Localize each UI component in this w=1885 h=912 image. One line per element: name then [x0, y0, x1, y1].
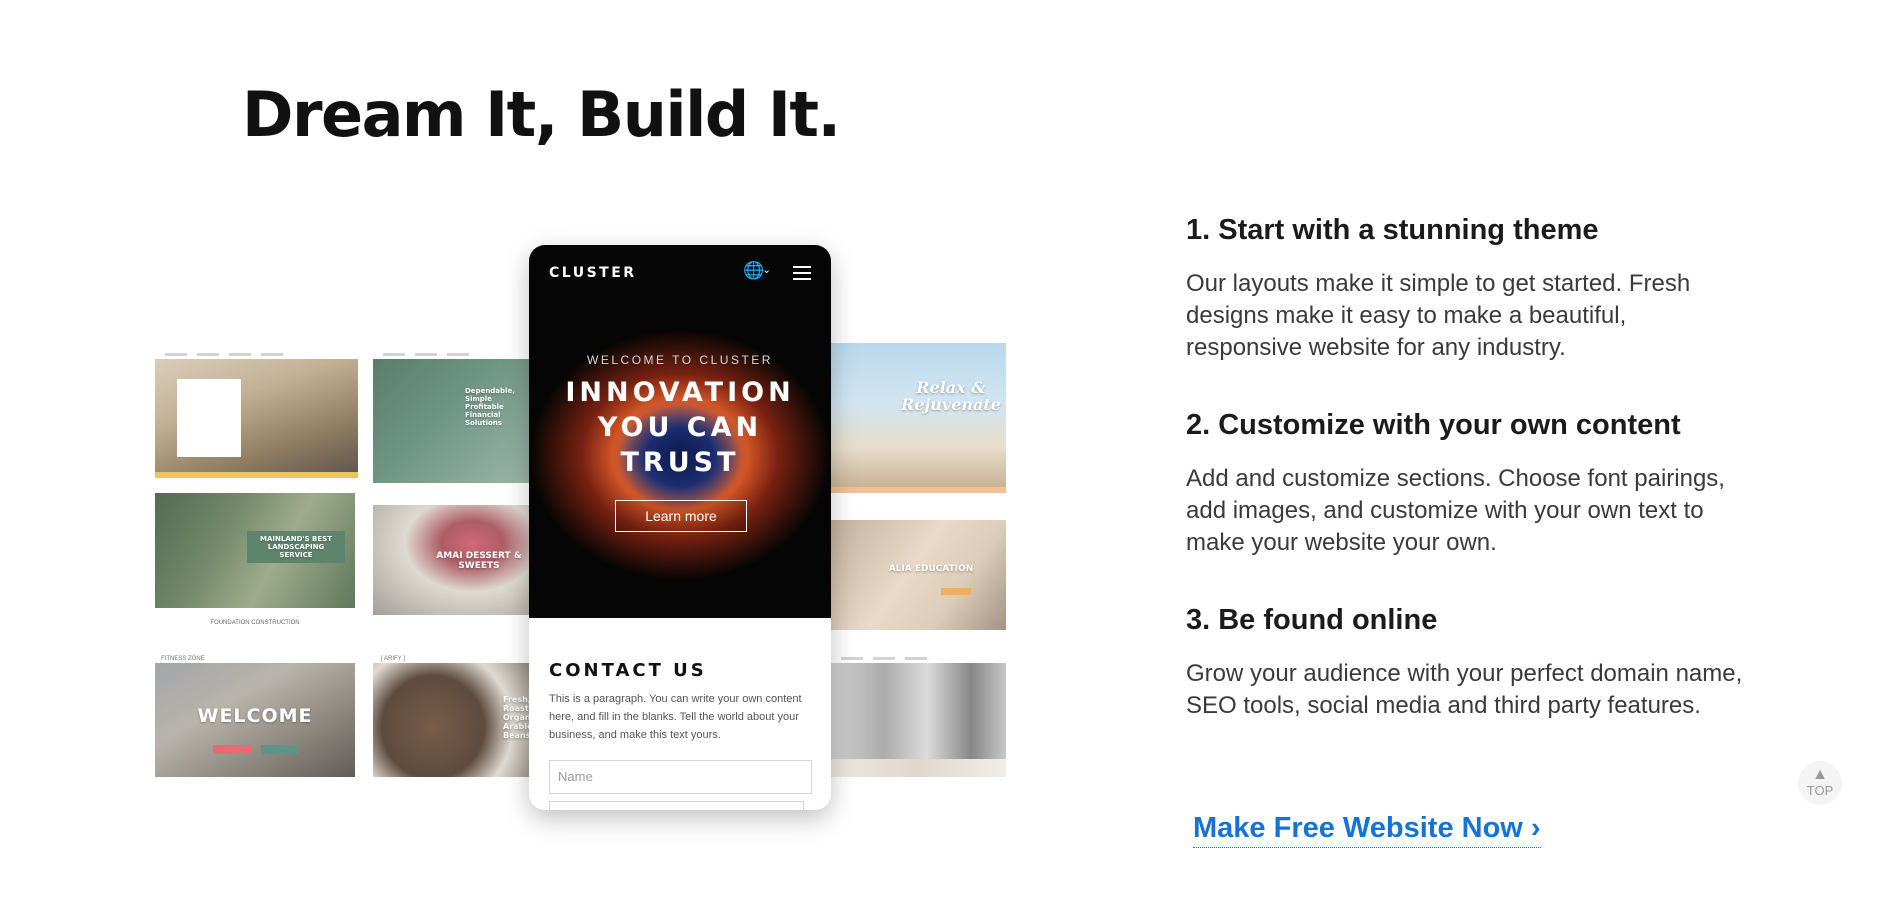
page-headline: Dream It, Build It. [242, 78, 841, 151]
cta-label: Make Free Website Now [1193, 812, 1523, 844]
template-thumbnail-construction-strip: FOUNDATION CONSTRUCTION [155, 618, 355, 632]
learn-more-button[interactable]: Learn more [615, 500, 747, 532]
template-thumbnail-financial[interactable]: Dependable, Simple Profitable Financial … [373, 343, 533, 483]
template-thumbnail-coffee[interactable]: [ ARIFY ] Fresh, Roasted Organic Arabica… [373, 647, 533, 777]
to-top-label: TOP [1806, 783, 1834, 798]
phone-brand-logo: CLUSTER [549, 265, 637, 281]
name-field[interactable]: Name [549, 760, 812, 794]
phone-hero-image: CLUSTER 🌐 ⌄ WELCOME TO CLUSTER INNOVATIO… [529, 245, 831, 618]
template-thumbnail-education[interactable]: ALIA EDUCATION [831, 520, 1006, 630]
thumbnail-nav: [ ARIFY ] [373, 647, 533, 663]
phone-eyebrow: WELCOME TO CLUSTER [587, 353, 773, 367]
chevron-right-icon: › [1530, 812, 1541, 844]
thumbnail-title: Dependable, Simple Profitable Financial … [465, 387, 515, 427]
thumbnail-title: WELCOME [197, 705, 313, 727]
back-to-top-button[interactable]: ▲ TOP [1798, 761, 1842, 805]
feature-title: 2. Customize with your own content [1186, 409, 1681, 441]
arrow-up-icon: ▲ [1812, 766, 1828, 783]
thumbnail-title: ALIA EDUCATION [888, 564, 974, 574]
thumbnail-nav [831, 647, 1006, 663]
thumbnail-title: MAINLAND'S BEST LANDSCAPING SERVICE [247, 531, 345, 563]
booking-form [177, 379, 241, 457]
feature-description: Our layouts make it simple to get starte… [1186, 270, 1691, 361]
thumbnail-nav: FITNESS ZONE [155, 647, 355, 663]
thumbnail-nav [155, 343, 358, 359]
thumbnail-title: Relax & Rejuvenate [901, 378, 1001, 414]
thumbnail-nav [373, 343, 533, 359]
phone-mockup: CLUSTER 🌐 ⌄ WELCOME TO CLUSTER INNOVATIO… [529, 245, 831, 810]
globe-icon[interactable]: 🌐 [743, 261, 764, 281]
thumbnail-title: AMAI DESSERT & SWEETS [436, 551, 522, 571]
template-thumbnail-fitness[interactable]: FITNESS ZONE WELCOME [155, 647, 355, 777]
thumbnail-caption: FOUNDATION CONSTRUCTION [210, 620, 300, 626]
feature-description: Grow your audience with your perfect dom… [1186, 660, 1743, 719]
template-thumbnail-spa[interactable]: Relax & Rejuvenate [831, 343, 1006, 493]
chevron-down-icon[interactable]: ⌄ [762, 263, 771, 276]
contact-paragraph: This is a paragraph. You can write your … [549, 693, 802, 741]
hamburger-menu-icon[interactable] [793, 266, 811, 284]
contact-heading: CONTACT US [549, 660, 707, 681]
feature-description: Add and customize sections. Choose font … [1186, 465, 1725, 556]
template-showcase: MAINLAND'S BEST LANDSCAPING SERVICE FOUN… [150, 240, 1010, 820]
make-free-website-link[interactable]: Make Free Website Now › [1193, 812, 1541, 848]
feature-title: 1. Start with a stunning theme [1186, 214, 1599, 246]
phone-hero-title: INNOVATION YOU CAN TRUST [565, 377, 795, 478]
template-thumbnail-landscaping[interactable]: MAINLAND'S BEST LANDSCAPING SERVICE [155, 493, 355, 608]
template-thumbnail-car[interactable] [155, 343, 358, 478]
email-field[interactable] [549, 801, 804, 810]
template-thumbnail-gallery[interactable] [831, 647, 1006, 777]
feature-title: 3. Be found online [1186, 604, 1438, 636]
template-thumbnail-dessert[interactable]: AMAI DESSERT & SWEETS [373, 505, 533, 615]
